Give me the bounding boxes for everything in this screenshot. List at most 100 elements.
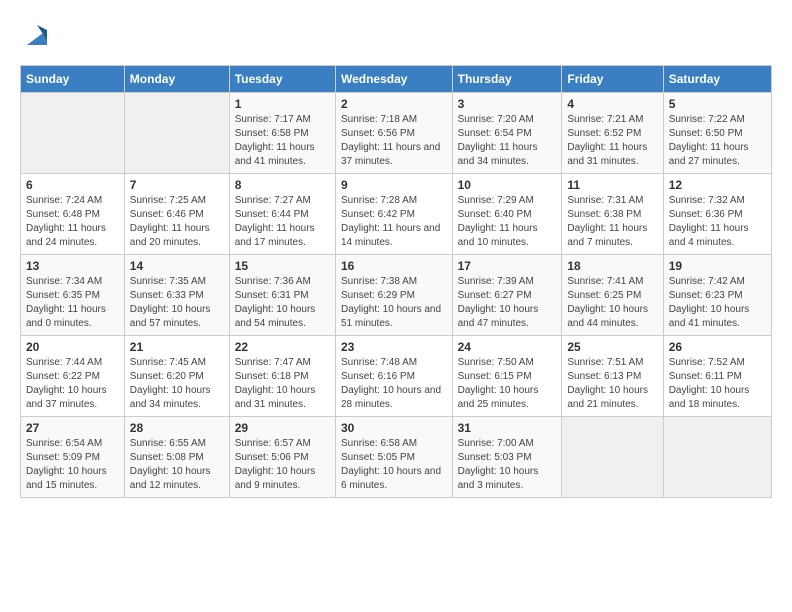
calendar-cell: 26Sunrise: 7:52 AM Sunset: 6:11 PM Dayli…	[663, 335, 771, 416]
day-number: 30	[341, 421, 447, 435]
day-info: Sunrise: 7:24 AM Sunset: 6:48 PM Dayligh…	[26, 194, 119, 250]
day-number: 22	[235, 340, 330, 354]
page-header	[20, 20, 772, 55]
calendar-cell: 24 Sunrise: 7:50 AM Sunset: 6:15 PM Dayli…	[452, 335, 562, 416]
day-number: 8	[235, 178, 330, 192]
day-number: 9	[341, 178, 447, 192]
calendar-cell: 11 Sunrise: 7:31 AM Sunset: 6:38 PM Dayli…	[562, 173, 663, 254]
calendar-cell: 3Sunrise: 7:20 AM Sunset: 6:54 PM Daylig…	[452, 92, 562, 173]
day-number: 19	[669, 259, 766, 273]
day-header-tuesday: Tuesday	[229, 65, 335, 92]
calendar-cell: 21 Sunrise: 7:45 AM Sunset: 6:20 PM Dayli…	[124, 335, 229, 416]
calendar-cell: 14 Sunrise: 7:35 AM Sunset: 6:33 PM Dayli…	[124, 254, 229, 335]
day-info: Sunrise: 7:28 AM Sunset: 6:42 PM Dayligh…	[341, 194, 447, 250]
day-info: Sunrise: 7:27 AM Sunset: 6:44 PM Dayligh…	[235, 194, 330, 250]
day-info: Sunrise: 7:35 AM Sunset: 6:33 PM Dayligh…	[130, 275, 224, 331]
calendar-cell: 22 Sunrise: 7:47 AM Sunset: 6:18 PM Dayli…	[229, 335, 335, 416]
day-info: Sunrise: 6:54 AM Sunset: 5:09 PM Dayligh…	[26, 437, 119, 493]
day-info: Sunrise: 7:45 AM Sunset: 6:20 PM Dayligh…	[130, 356, 224, 412]
week-row-2: 6 Sunrise: 7:24 AM Sunset: 6:48 PM Daylig…	[21, 173, 772, 254]
day-header-saturday: Saturday	[663, 65, 771, 92]
calendar-cell: 5 Sunrise: 7:22 AM Sunset: 6:50 PM Daylig…	[663, 92, 771, 173]
day-number: 27	[26, 421, 119, 435]
day-number: 11	[567, 178, 657, 192]
calendar-cell: 17 Sunrise: 7:39 AM Sunset: 6:27 PM Dayli…	[452, 254, 562, 335]
day-number: 5	[669, 97, 766, 111]
day-info: Sunrise: 7:18 AM Sunset: 6:56 PM Dayligh…	[341, 113, 447, 169]
day-info: Sunrise: 7:31 AM Sunset: 6:38 PM Dayligh…	[567, 194, 657, 250]
calendar-cell: 18Sunrise: 7:41 AM Sunset: 6:25 PM Dayli…	[562, 254, 663, 335]
calendar-cell: 27 Sunrise: 6:54 AM Sunset: 5:09 PM Dayli…	[21, 416, 125, 497]
day-info: Sunrise: 7:29 AM Sunset: 6:40 PM Dayligh…	[458, 194, 557, 250]
calendar-cell: 8 Sunrise: 7:27 AM Sunset: 6:44 PM Daylig…	[229, 173, 335, 254]
day-number: 13	[26, 259, 119, 273]
day-info: Sunrise: 7:22 AM Sunset: 6:50 PM Dayligh…	[669, 113, 766, 169]
day-number: 28	[130, 421, 224, 435]
calendar-cell	[663, 416, 771, 497]
day-info: Sunrise: 6:55 AM Sunset: 5:08 PM Dayligh…	[130, 437, 224, 493]
calendar-cell: 13 Sunrise: 7:34 AM Sunset: 6:35 PM Dayli…	[21, 254, 125, 335]
calendar-table: SundayMondayTuesdayWednesdayThursdayFrid…	[20, 65, 772, 498]
day-info: Sunrise: 7:41 AM Sunset: 6:25 PM Dayligh…	[567, 275, 657, 331]
day-number: 17	[458, 259, 557, 273]
calendar-cell: 4Sunrise: 7:21 AM Sunset: 6:52 PM Daylig…	[562, 92, 663, 173]
calendar-cell: 16Sunrise: 7:38 AM Sunset: 6:29 PM Dayli…	[335, 254, 452, 335]
calendar-cell: 20 Sunrise: 7:44 AM Sunset: 6:22 PM Dayli…	[21, 335, 125, 416]
day-info: Sunrise: 7:44 AM Sunset: 6:22 PM Dayligh…	[26, 356, 119, 412]
calendar-cell	[124, 92, 229, 173]
day-info: Sunrise: 7:42 AM Sunset: 6:23 PM Dayligh…	[669, 275, 766, 331]
day-info: Sunrise: 7:20 AM Sunset: 6:54 PM Dayligh…	[458, 113, 557, 169]
day-info: Sunrise: 7:47 AM Sunset: 6:18 PM Dayligh…	[235, 356, 330, 412]
day-number: 1	[235, 97, 330, 111]
calendar-cell: 25 Sunrise: 7:51 AM Sunset: 6:13 PM Dayli…	[562, 335, 663, 416]
day-number: 15	[235, 259, 330, 273]
day-number: 26	[669, 340, 766, 354]
day-number: 7	[130, 178, 224, 192]
calendar-cell: 1 Sunrise: 7:17 AM Sunset: 6:58 PM Daylig…	[229, 92, 335, 173]
day-number: 20	[26, 340, 119, 354]
day-info: Sunrise: 7:00 AM Sunset: 5:03 PM Dayligh…	[458, 437, 557, 493]
week-row-5: 27 Sunrise: 6:54 AM Sunset: 5:09 PM Dayli…	[21, 416, 772, 497]
week-row-1: 1 Sunrise: 7:17 AM Sunset: 6:58 PM Daylig…	[21, 92, 772, 173]
calendar-cell	[562, 416, 663, 497]
day-info: Sunrise: 7:32 AM Sunset: 6:36 PM Dayligh…	[669, 194, 766, 250]
calendar-cell: 28 Sunrise: 6:55 AM Sunset: 5:08 PM Dayli…	[124, 416, 229, 497]
calendar-cell: 19 Sunrise: 7:42 AM Sunset: 6:23 PM Dayli…	[663, 254, 771, 335]
day-info: Sunrise: 7:50 AM Sunset: 6:15 PM Dayligh…	[458, 356, 557, 412]
day-info: Sunrise: 7:39 AM Sunset: 6:27 PM Dayligh…	[458, 275, 557, 331]
calendar-cell: 12 Sunrise: 7:32 AM Sunset: 6:36 PM Dayli…	[663, 173, 771, 254]
day-header-friday: Friday	[562, 65, 663, 92]
day-info: Sunrise: 6:57 AM Sunset: 5:06 PM Dayligh…	[235, 437, 330, 493]
day-header-monday: Monday	[124, 65, 229, 92]
day-info: Sunrise: 7:34 AM Sunset: 6:35 PM Dayligh…	[26, 275, 119, 331]
header-row: SundayMondayTuesdayWednesdayThursdayFrid…	[21, 65, 772, 92]
day-number: 4	[567, 97, 657, 111]
day-number: 6	[26, 178, 119, 192]
calendar-cell: 7Sunrise: 7:25 AM Sunset: 6:46 PM Daylig…	[124, 173, 229, 254]
day-info: Sunrise: 6:58 AM Sunset: 5:05 PM Dayligh…	[341, 437, 447, 493]
day-number: 25	[567, 340, 657, 354]
day-header-thursday: Thursday	[452, 65, 562, 92]
day-number: 29	[235, 421, 330, 435]
day-info: Sunrise: 7:51 AM Sunset: 6:13 PM Dayligh…	[567, 356, 657, 412]
day-number: 16	[341, 259, 447, 273]
calendar-cell: 10 Sunrise: 7:29 AM Sunset: 6:40 PM Dayli…	[452, 173, 562, 254]
day-number: 21	[130, 340, 224, 354]
day-info: Sunrise: 7:48 AM Sunset: 6:16 PM Dayligh…	[341, 356, 447, 412]
calendar-cell: 6 Sunrise: 7:24 AM Sunset: 6:48 PM Daylig…	[21, 173, 125, 254]
logo-icon	[22, 20, 52, 50]
week-row-3: 13 Sunrise: 7:34 AM Sunset: 6:35 PM Dayli…	[21, 254, 772, 335]
day-info: Sunrise: 7:36 AM Sunset: 6:31 PM Dayligh…	[235, 275, 330, 331]
day-header-sunday: Sunday	[21, 65, 125, 92]
day-number: 24	[458, 340, 557, 354]
logo	[20, 20, 52, 55]
calendar-cell: 23Sunrise: 7:48 AM Sunset: 6:16 PM Dayli…	[335, 335, 452, 416]
day-number: 12	[669, 178, 766, 192]
day-number: 10	[458, 178, 557, 192]
day-info: Sunrise: 7:17 AM Sunset: 6:58 PM Dayligh…	[235, 113, 330, 169]
calendar-cell: 15 Sunrise: 7:36 AM Sunset: 6:31 PM Dayli…	[229, 254, 335, 335]
day-number: 2	[341, 97, 447, 111]
calendar-cell	[21, 92, 125, 173]
day-number: 14	[130, 259, 224, 273]
calendar-cell: 9 Sunrise: 7:28 AM Sunset: 6:42 PM Daylig…	[335, 173, 452, 254]
